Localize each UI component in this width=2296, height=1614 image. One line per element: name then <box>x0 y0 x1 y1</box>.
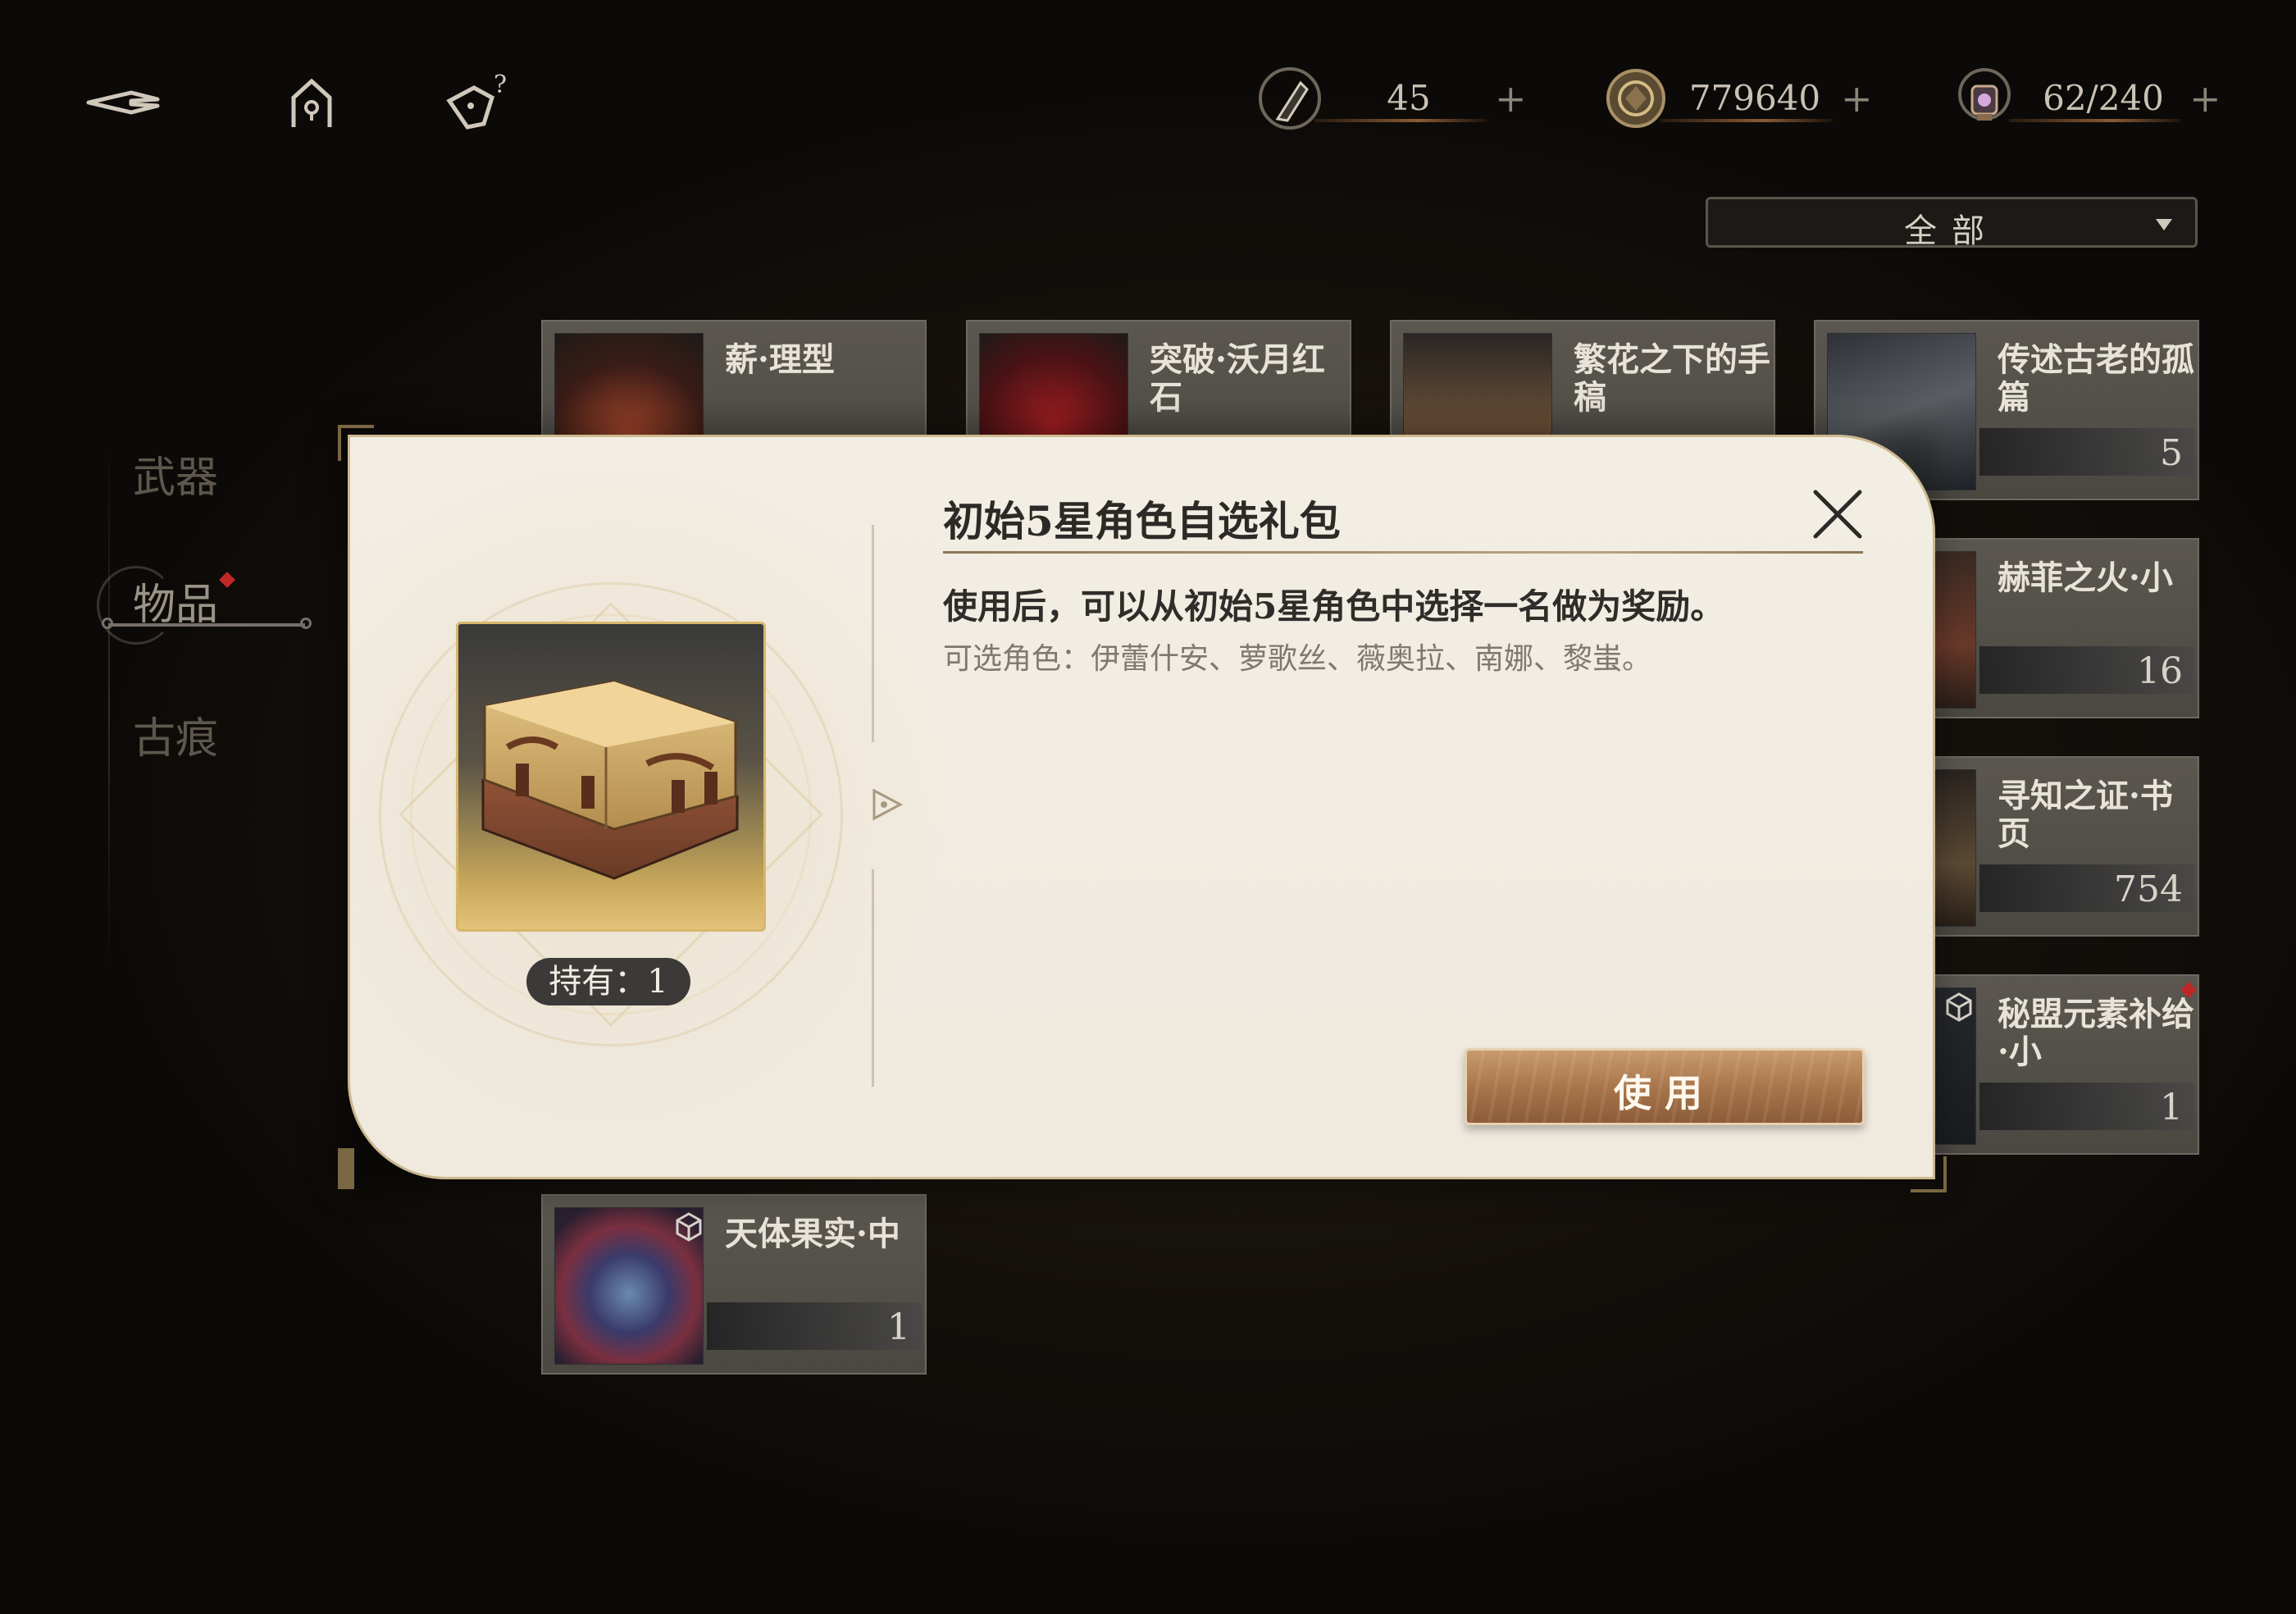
tab-traces[interactable]: 古痕 <box>133 704 218 765</box>
dialog-description: 使用后，可以从初始5星角色中选择一名做为奖励。 <box>943 586 1725 627</box>
item-qty: 1 <box>887 1306 910 1348</box>
title-underline <box>943 551 1863 554</box>
active-tab-underline <box>102 618 312 629</box>
back-icon[interactable] <box>82 70 164 135</box>
item-image <box>456 622 766 932</box>
item-qty: 5 <box>2160 432 2183 474</box>
coin-value: 779640 <box>1688 78 1821 118</box>
use-button[interactable]: 使用 <box>1465 1048 1865 1125</box>
item-name: 赫菲之火·小 <box>1998 559 2173 597</box>
quill-stamina-icon <box>1259 67 1321 130</box>
selectable-characters: 可选角色：伊蕾什安、萝歌丝、薇奥拉、南娜、黎蚩。 <box>943 642 1652 676</box>
item-name: 天体果实·中 <box>725 1215 900 1253</box>
divider <box>872 869 874 1087</box>
side-divider <box>108 443 110 968</box>
dialog-corner-frame <box>338 1148 354 1189</box>
add-coin-button[interactable]: + <box>1841 76 1873 121</box>
dialog-title: 初始5星角色自选礼包 <box>943 497 1341 545</box>
item-qty: 1 <box>2160 1087 2183 1128</box>
filter-dropdown[interactable]: 全部 <box>1706 197 2198 250</box>
help-guide-icon[interactable]: ? <box>435 70 517 135</box>
chevron-down-icon <box>2156 219 2172 230</box>
item-name: 传述古老的孤篇 <box>1998 340 2194 417</box>
add-lantern-button[interactable]: + <box>2189 76 2221 121</box>
coin-icon <box>1606 69 1665 128</box>
item-qty: 754 <box>2114 869 2183 910</box>
item-name: 寻知之证·书页 <box>1998 777 2173 853</box>
svg-text:?: ? <box>494 71 507 99</box>
add-stamina-button[interactable]: + <box>1495 76 1527 121</box>
home-icon[interactable] <box>271 70 353 135</box>
owned-count: 持有：1 <box>526 958 690 1005</box>
close-icon[interactable] <box>1809 486 1866 543</box>
item-name: 秘盟元素补给·小 <box>1998 995 2194 1071</box>
item-name: 薪·理型 <box>725 340 835 379</box>
lantern-value: 62/240 <box>2043 78 2164 118</box>
filter-label: 全部 <box>1904 212 1999 250</box>
new-badge <box>219 572 235 588</box>
play-triangle-icon <box>872 788 904 821</box>
divider <box>872 525 874 742</box>
tab-items[interactable]: 物品 <box>133 570 218 631</box>
item-qty: 16 <box>2137 650 2183 692</box>
stamina-value: 45 <box>1387 78 1431 118</box>
package-icon <box>676 1212 702 1242</box>
use-button-label: 使用 <box>1614 1071 1715 1115</box>
item-name: 繁花之下的手稿 <box>1574 340 1770 417</box>
item-name: 突破·沃月红石 <box>1150 340 1325 417</box>
lantern-icon <box>1958 68 2011 121</box>
package-icon <box>1946 992 1972 1022</box>
suitcase-icon <box>481 680 739 880</box>
item-card[interactable]: 天体果实·中 1 <box>541 1194 927 1375</box>
tab-weapons[interactable]: 武器 <box>133 443 218 504</box>
